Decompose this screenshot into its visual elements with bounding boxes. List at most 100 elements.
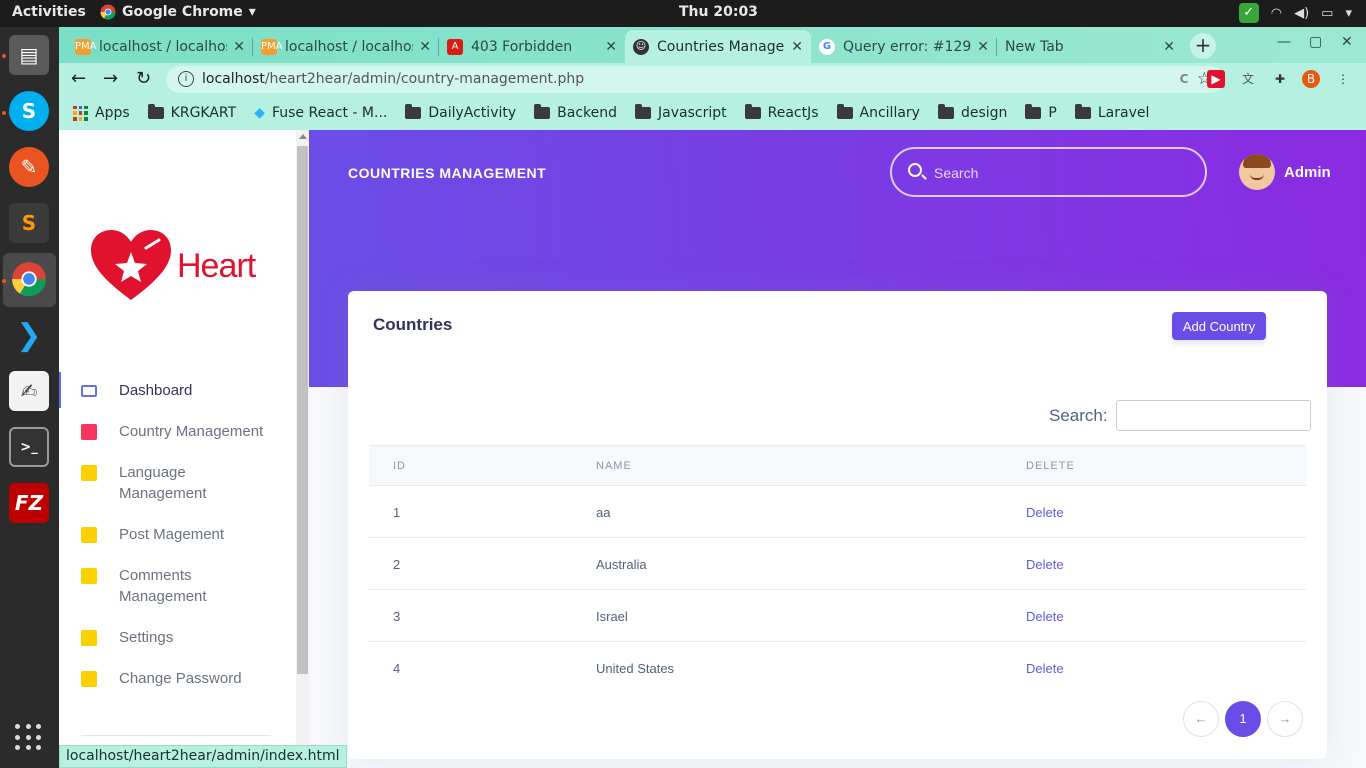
filezilla-icon[interactable]: FZ	[9, 483, 49, 523]
extension-icon[interactable]: C	[1175, 70, 1193, 88]
cell-name: aa	[596, 505, 611, 520]
sidebar-item-country-management[interactable]: Country Management	[59, 411, 296, 452]
column-header-id[interactable]: ID	[393, 460, 406, 472]
column-header-name[interactable]: NAME	[596, 460, 632, 472]
close-icon[interactable]: ✕	[233, 39, 245, 55]
close-icon[interactable]: ✕	[419, 39, 431, 55]
delete-link[interactable]: Delete	[1026, 609, 1064, 624]
checkmark-icon[interactable]: ✓	[1238, 3, 1259, 23]
new-tab-button[interactable]: +	[1190, 33, 1216, 59]
page-title[interactable]: COUNTRIES MANAGEMENT	[348, 165, 546, 181]
bookmark-label: Laravel	[1097, 105, 1150, 121]
sidebar-item-dashboard[interactable]: Dashboard	[59, 370, 296, 411]
cell-id: 4	[393, 661, 401, 676]
cell-name: Israel	[596, 609, 628, 624]
cell-id: 2	[393, 557, 401, 572]
pagination-next[interactable]: →	[1267, 701, 1303, 737]
running-indicator	[2, 54, 6, 58]
menu-icon[interactable]: ⋮	[1334, 70, 1352, 88]
delete-link[interactable]: Delete	[1026, 505, 1064, 520]
angular-icon: A	[447, 38, 463, 55]
app-name: Google Chrome	[122, 4, 243, 20]
browser-tab[interactable]: New Tab ✕	[997, 30, 1183, 63]
logo-text: Heart	[177, 246, 256, 285]
close-icon[interactable]: ✕	[1163, 39, 1175, 55]
browser-tab[interactable]: G Query error: #1292 ✕	[811, 30, 997, 63]
chrome-icon[interactable]	[9, 259, 49, 299]
bookmark-folder[interactable]: design	[937, 104, 1007, 121]
system-top-bar: Activities Google Chrome ▾ Thu 20:03 ✓ ◠…	[0, 0, 1366, 27]
bookmark-apps[interactable]: Apps	[73, 105, 130, 121]
tv-icon	[81, 385, 97, 397]
scroll-up-icon[interactable]	[299, 134, 307, 139]
skype-icon[interactable]: S	[9, 91, 49, 131]
sidebar-item-language-management[interactable]: Language Management	[59, 452, 296, 514]
browser-tab-active[interactable]: ☺ Countries Management ✕	[625, 30, 811, 63]
pagination-page[interactable]: 1	[1225, 701, 1261, 737]
close-icon[interactable]: ✕	[791, 39, 803, 55]
sidebar-item-label: Settings	[119, 629, 174, 646]
delete-link[interactable]: Delete	[1026, 557, 1064, 572]
files-icon[interactable]: ▤	[9, 35, 49, 75]
forward-icon[interactable]: →	[103, 68, 118, 89]
bookmark-folder[interactable]: Laravel	[1074, 104, 1150, 121]
sublime-text-icon[interactable]: S	[9, 203, 49, 243]
address-bar[interactable]: i localhost/heart2hear/admin/country-man…	[166, 66, 1224, 93]
reload-icon[interactable]: ↻	[136, 68, 151, 89]
search-input[interactable]	[934, 161, 1184, 185]
clock[interactable]: Thu 20:03	[679, 4, 758, 20]
show-applications-icon[interactable]	[15, 724, 43, 752]
header-search[interactable]	[890, 147, 1207, 197]
column-header-delete[interactable]: DELETE	[1026, 460, 1075, 472]
sidebar-scrollbar[interactable]	[296, 130, 309, 768]
delete-link[interactable]: Delete	[1026, 661, 1064, 676]
sidebar-item-change-password[interactable]: Change Password	[59, 658, 296, 699]
close-icon[interactable]: ✕	[977, 39, 989, 55]
profile-avatar[interactable]: B	[1302, 70, 1320, 88]
app-menu[interactable]: Google Chrome ▾	[100, 4, 256, 20]
bookmark-folder[interactable]: DailyActivity	[405, 104, 517, 121]
user-menu[interactable]: Admin	[1239, 154, 1331, 190]
sidebar-item-post-management[interactable]: Post Magement	[59, 514, 296, 555]
bookmark-folder[interactable]: Backend	[534, 104, 617, 121]
sidebar-item-label: Language Management	[119, 464, 207, 502]
add-country-button[interactable]: Add Country	[1172, 312, 1266, 340]
web-page: Heart Dashboard Country Management Langu…	[59, 130, 1366, 768]
minimize-icon[interactable]: —	[1277, 34, 1291, 50]
browser-tab[interactable]: PMA localhost / localhost ✕	[67, 30, 253, 63]
bookmark-folder[interactable]: P	[1025, 104, 1057, 121]
activities-button[interactable]: Activities	[12, 4, 86, 20]
table-search-input[interactable]	[1115, 400, 1311, 431]
bookmark-link[interactable]: ◆ Fuse React - M...	[254, 105, 387, 121]
bookmark-folder[interactable]: ReactJs	[744, 104, 819, 121]
maximize-icon[interactable]: ▢	[1309, 34, 1322, 50]
browser-tab[interactable]: A 403 Forbidden ✕	[439, 30, 625, 63]
back-icon[interactable]: ←	[71, 68, 86, 89]
pagination-prev[interactable]: ←	[1183, 701, 1219, 737]
bookmark-label: DailyActivity	[428, 105, 517, 121]
bookmarks-bar: Apps KRGKART ◆ Fuse React - M... DailyAct…	[59, 96, 1366, 130]
sidebar-item-comments-management[interactable]: Comments Management	[59, 555, 296, 617]
puzzle-icon[interactable]: ✚	[1271, 70, 1289, 88]
browser-tab[interactable]: PMA localhost / localhost ✕	[253, 30, 439, 63]
system-tray[interactable]: ✓ ◠ ◀) ▭ ▾	[1238, 3, 1352, 23]
brand-logo[interactable]: Heart	[91, 230, 256, 302]
terminal-icon[interactable]: >_	[9, 427, 49, 467]
bookmark-folder[interactable]: KRGKART	[147, 104, 236, 121]
text-editor-icon[interactable]: ✍	[9, 371, 49, 411]
bookmark-label: Javascript	[658, 105, 727, 121]
url-text[interactable]: localhost/heart2hear/admin/country-manag…	[202, 71, 584, 87]
info-icon[interactable]: i	[178, 71, 194, 87]
close-window-icon[interactable]: ✕	[1341, 34, 1353, 50]
vscode-icon[interactable]: ❯	[9, 315, 49, 355]
sidebar-item-settings[interactable]: Settings	[59, 617, 296, 658]
bookmark-folder[interactable]: Javascript	[635, 104, 727, 121]
scrollbar-thumb[interactable]	[297, 146, 308, 674]
countries-table: ID NAME DELETE 1 aa Delete 2 Australia D…	[369, 445, 1306, 694]
translate-icon[interactable]: 文	[1239, 70, 1257, 88]
bookmark-folder[interactable]: Ancillary	[836, 104, 920, 121]
chevron-down-icon: ▾	[1345, 5, 1352, 21]
close-icon[interactable]: ✕	[605, 39, 617, 55]
postman-icon[interactable]: ✎	[9, 147, 49, 187]
extension-icon[interactable]: ▶	[1207, 70, 1225, 88]
